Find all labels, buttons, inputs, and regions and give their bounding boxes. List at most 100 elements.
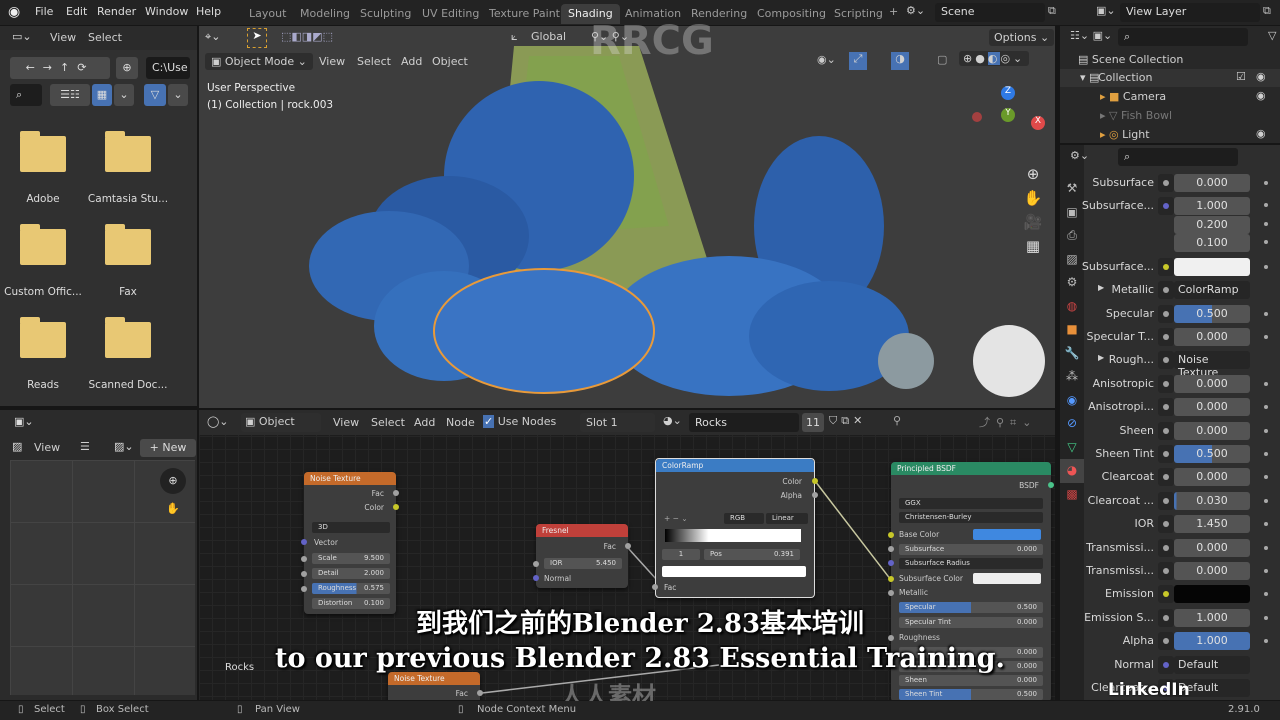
value-field[interactable]: 1.450 [1174, 515, 1250, 534]
new-scene-icon[interactable]: ⧉ [1048, 4, 1056, 18]
socket-button[interactable] [1158, 468, 1174, 487]
tab-texture-paint[interactable]: Texture Paint [482, 4, 567, 24]
value-field[interactable]: 0.500 [1174, 304, 1250, 323]
blender-logo-icon[interactable]: ◉ [8, 4, 20, 20]
eye-icon[interactable]: ◉ [1256, 89, 1266, 102]
socket[interactable] [393, 490, 399, 496]
socket[interactable] [625, 543, 631, 549]
noise-texture-node-2[interactable]: Noise Texture Fac [388, 672, 483, 700]
tab-uv-editing[interactable]: UV Editing [415, 4, 486, 24]
scene-field[interactable]: Scene [935, 3, 1045, 22]
sheen-field[interactable]: Sheen 0.000 [899, 675, 1043, 686]
menu-help[interactable]: Help [196, 5, 221, 18]
menu-select[interactable]: Select [88, 31, 122, 44]
scale-field[interactable]: Scale 9.500 [312, 553, 390, 564]
roughness-field[interactable]: Roughness 0.575 [312, 583, 390, 594]
keyframe-dot[interactable] [1264, 203, 1268, 208]
socket[interactable] [812, 478, 818, 484]
editor-type-icon[interactable]: ▣⌄ [14, 415, 34, 428]
socket-button[interactable] [1158, 398, 1174, 417]
interpolation-dropdown[interactable]: Linear [766, 513, 808, 524]
value-field[interactable]: 0.500 [1174, 445, 1250, 463]
options-dropdown[interactable]: Options ⌄ [989, 29, 1055, 46]
tab-sculpting[interactable]: Sculpting [353, 4, 418, 24]
dimensions-dropdown[interactable]: 3D [312, 522, 390, 533]
node-header[interactable]: Fresnel [536, 524, 628, 537]
menu-select[interactable]: Select [357, 55, 391, 68]
subsurface-method-dropdown[interactable]: Christensen-Burley [899, 512, 1043, 523]
socket-button[interactable] [1158, 281, 1174, 300]
scene-icon[interactable]: ⚙⌄ [906, 4, 925, 17]
position-field[interactable]: Pos 0.391 [704, 549, 800, 560]
shading-mode-buttons[interactable]: ⊕●◐◎⌄ [959, 51, 1030, 66]
vector-component-field[interactable]: 1.000 [1174, 197, 1250, 216]
keyframe-dot[interactable] [1264, 335, 1268, 339]
keyframe-dot[interactable] [1264, 264, 1268, 269]
menu-object[interactable]: Object [432, 55, 468, 68]
node-header[interactable]: ColorRamp [656, 459, 814, 472]
socket[interactable] [1048, 482, 1054, 488]
menu-file[interactable]: File [35, 5, 53, 18]
socket-button[interactable] [1158, 197, 1174, 216]
outliner-item-fish-bowl[interactable]: ▸ ▽ Fish Bowl [1100, 109, 1172, 122]
value-field[interactable]: 0.030 [1174, 491, 1250, 510]
overlay-toggle-icon[interactable]: ◑ [891, 52, 909, 70]
keyframe-dot[interactable] [1264, 569, 1268, 573]
socket-button[interactable] [1158, 304, 1174, 323]
tab-layout[interactable]: Layout [242, 4, 293, 24]
keyframe-dot[interactable] [1264, 428, 1268, 433]
xray-icon[interactable]: ▢ [937, 53, 947, 66]
keyframe-dot[interactable] [1264, 181, 1268, 185]
linked-node-field[interactable]: ColorRamp [1174, 281, 1250, 300]
view-layer-icon[interactable]: ▣⌄ [1096, 4, 1116, 17]
eye-icon[interactable]: ◉ [1256, 127, 1266, 140]
detail-field[interactable]: Detail 2.000 [312, 568, 390, 579]
transform-pivot-icon[interactable]: ⌖⌄ [205, 30, 220, 44]
gizmo-x-axis[interactable]: X [1031, 116, 1045, 130]
socket[interactable] [533, 575, 539, 581]
keyframe-dot[interactable] [1264, 545, 1268, 550]
mode-dropdown[interactable]: ▣ Object Mode ⌄ [205, 53, 313, 70]
base-color-swatch[interactable] [973, 529, 1041, 540]
display-mode-icon[interactable]: ☷⌄ ▣⌄ [1070, 29, 1112, 42]
socket[interactable] [477, 690, 483, 696]
socket[interactable] [301, 556, 307, 562]
color-mode-dropdown[interactable]: RGB [724, 513, 764, 524]
tab-compositing[interactable]: Compositing [750, 4, 833, 24]
value-field[interactable]: 0.000 [1174, 174, 1250, 192]
keyframe-dot[interactable] [1264, 405, 1268, 410]
keyframe-dot[interactable] [1264, 221, 1268, 226]
hamburger-icon[interactable]: ☰ [80, 440, 90, 453]
socket[interactable] [533, 561, 539, 567]
socket[interactable] [301, 571, 307, 577]
socket-button[interactable] [1158, 421, 1174, 440]
filter-icon[interactable]: ▽ [144, 84, 166, 106]
keyframe-dot[interactable] [1264, 452, 1268, 456]
scene-collection-row[interactable]: ▤ Scene Collection [1078, 53, 1183, 66]
filter-icon[interactable]: ▽ [1268, 29, 1276, 42]
gizmo-toggle-icon[interactable]: ⤢ [849, 52, 867, 70]
output-tab-icon[interactable]: ⎙ [1060, 224, 1084, 248]
socket[interactable] [888, 560, 894, 566]
nav-buttons[interactable]: ←→↑⟳ [10, 57, 110, 79]
menu-view[interactable]: View [319, 55, 345, 68]
socket-button[interactable] [1158, 374, 1174, 393]
socket-button[interactable] [1158, 257, 1174, 276]
keyframe-dot[interactable] [1264, 475, 1268, 480]
keyframe-dot[interactable] [1264, 592, 1268, 597]
menu-add[interactable]: Add [401, 55, 422, 68]
socket-button[interactable] [1158, 328, 1174, 346]
hand-icon[interactable]: ✋ [160, 496, 186, 522]
subsurface-radius-dropdown[interactable]: Subsurface Radius [899, 558, 1043, 569]
socket-button[interactable] [1158, 174, 1174, 192]
gizmo-y-axis[interactable]: Y [1001, 108, 1015, 122]
socket[interactable] [652, 584, 658, 590]
new-image-button[interactable]: + New [140, 439, 196, 457]
browse-image-icon[interactable]: ▨⌄ [114, 440, 134, 453]
keyframe-dot[interactable] [1264, 381, 1268, 386]
socket-button[interactable] [1158, 538, 1174, 557]
noise-texture-node[interactable]: Noise Texture Fac Color 3D Vector Scale 9… [301, 472, 399, 614]
list-view-icon[interactable]: ☰☷ [50, 84, 90, 106]
menu-window[interactable]: Window [145, 5, 188, 18]
view-layer-field[interactable]: View Layer [1120, 3, 1260, 22]
